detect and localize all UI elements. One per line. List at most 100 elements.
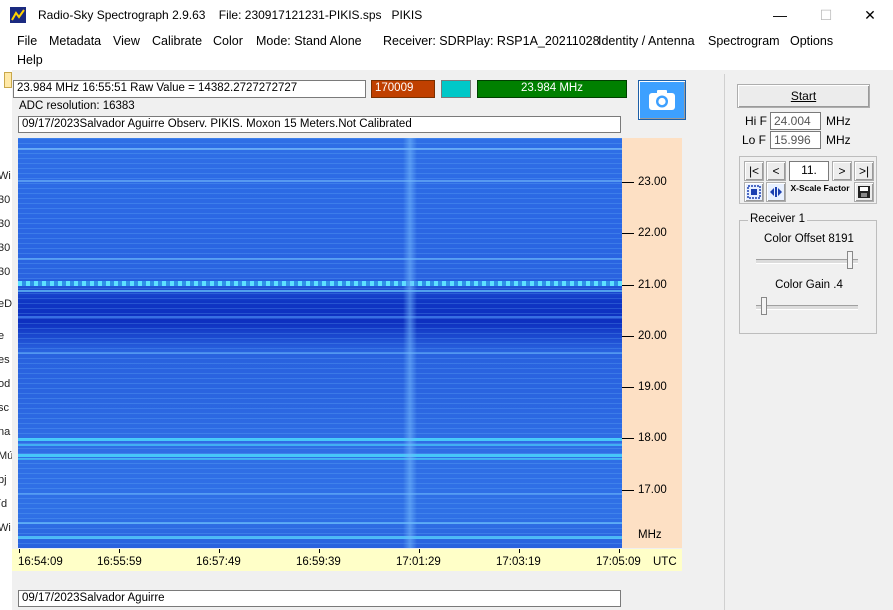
menu-bar: File Metadata View Calibrate Color Mode:…: [0, 30, 893, 70]
y-tick: [622, 387, 634, 388]
strip-text: 30: [0, 266, 11, 278]
next-button[interactable]: >: [832, 161, 852, 181]
hi-f-field[interactable]: 24.004: [770, 112, 821, 130]
camera-icon: [649, 90, 675, 110]
signal-band: [18, 258, 622, 260]
menu-options[interactable]: Options: [790, 34, 833, 48]
signal-band: [18, 522, 622, 524]
menu-receiver[interactable]: Receiver: SDRPlay: RSP1A_20211028: [383, 34, 600, 48]
strip-text: Wi: [0, 170, 11, 182]
title-bar: Radio-Sky Spectrograph 2.9.63 File: 2309…: [0, 0, 893, 30]
x-tick: [219, 549, 220, 553]
y-unit-label: MHz: [638, 529, 662, 541]
receiver-group: Receiver 1 Color Offset 8191 Color Gain …: [739, 213, 877, 334]
menu-spectrogram[interactable]: Spectrogram: [708, 34, 780, 48]
raw-value-box: 170009: [371, 80, 435, 98]
hi-f-unit: MHz: [826, 114, 851, 128]
x-tick: [319, 549, 320, 553]
frequency-axis: 23.00 22.00 21.00 20.00 19.00 18.00 17.0…: [622, 138, 682, 548]
menu-metadata[interactable]: Metadata: [49, 34, 101, 48]
stretch-button[interactable]: [766, 182, 786, 202]
y-tick: [622, 438, 634, 439]
strip-text: bj: [0, 474, 7, 486]
strip-text: eD: [0, 298, 12, 310]
floppy-disk-icon: [858, 186, 870, 198]
strip-text: 30: [0, 218, 11, 230]
signal-band: [18, 444, 622, 446]
snapshot-button[interactable]: [638, 80, 686, 120]
spectrogram-image[interactable]: [18, 138, 622, 548]
x-tick-label: 17:05:09: [596, 556, 641, 568]
adc-resolution: ADC resolution: 16383: [19, 100, 135, 112]
menu-calibrate[interactable]: Calibrate: [152, 34, 202, 48]
strip-text: e: [0, 330, 5, 342]
header-text-field[interactable]: 09/17/2023Salvador Aguirre Observ. PIKIS…: [18, 116, 621, 133]
save-button[interactable]: [854, 182, 874, 202]
y-tick: [622, 233, 634, 234]
signal-band: [18, 281, 622, 286]
time-axis: 16:54:09 16:55:59 16:57:49 16:59:39 17:0…: [12, 549, 682, 571]
x-tick: [19, 549, 20, 553]
color-offset-slider[interactable]: [847, 251, 854, 269]
color-swatch: [441, 80, 471, 98]
strip-text: Wi: [0, 522, 11, 534]
menu-help[interactable]: Help: [17, 53, 43, 67]
broadband-burst: [403, 138, 417, 548]
menu-color[interactable]: Color: [213, 34, 243, 48]
y-tick-label: 20.00: [638, 330, 667, 342]
y-tick: [622, 336, 634, 337]
lo-f-unit: MHz: [826, 133, 851, 147]
color-gain-slider[interactable]: [760, 297, 767, 315]
signal-band: [18, 438, 622, 441]
signal-band: [18, 352, 622, 354]
first-button[interactable]: |<: [744, 161, 764, 181]
strip-text: íd: [0, 498, 8, 510]
x-tick: [119, 549, 120, 553]
color-offset-label: Color Offset 8191: [764, 233, 854, 245]
x-tick-label: 16:59:39: [296, 556, 341, 568]
cursor-readout: 23.984 MHz 16:55:51 Raw Value = 14382.27…: [13, 80, 366, 98]
signal-band: [18, 148, 622, 150]
background-window-strip: Wi 30 30 30 30 eD e es od sc na Mú bj íd…: [0, 70, 12, 610]
last-button[interactable]: >|: [854, 161, 874, 181]
start-button[interactable]: Start: [737, 84, 870, 108]
hi-f-label: Hi F: [745, 114, 767, 128]
y-tick-label: 18.00: [638, 432, 667, 444]
close-button[interactable]: ✕: [847, 0, 893, 30]
signal-band: [18, 493, 622, 495]
strip-text: es: [0, 354, 10, 366]
menu-file[interactable]: File: [17, 34, 37, 48]
signal-band: [18, 454, 622, 457]
maximize-button[interactable]: ☐: [803, 0, 849, 30]
lo-f-field[interactable]: 15.996: [770, 131, 821, 149]
y-tick-label: 19.00: [638, 381, 667, 393]
zoom-fit-button[interactable]: [744, 182, 764, 202]
x-tick-label: 16:57:49: [196, 556, 241, 568]
previous-button[interactable]: <: [766, 161, 786, 181]
strip-text: Mú: [0, 450, 12, 462]
color-gain-label: Color Gain .4: [775, 279, 843, 291]
minimize-button[interactable]: —: [757, 0, 803, 30]
folder-icon: [4, 72, 12, 88]
navigation-group: |< < 11. > >| X-Scale Factor: [739, 156, 877, 204]
zoom-fit-icon: [747, 185, 761, 199]
footer-text-field[interactable]: 09/17/2023Salvador Aguirre: [18, 590, 621, 607]
x-tick: [619, 549, 620, 553]
receiver-group-title: Receiver 1: [748, 213, 807, 225]
signal-band: [18, 536, 622, 539]
stretch-icon: [770, 187, 782, 197]
strip-text: 30: [0, 242, 11, 254]
menu-mode[interactable]: Mode: Stand Alone: [256, 34, 362, 48]
strip-text: sc: [0, 402, 9, 414]
menu-identity[interactable]: Identity / Antenna: [598, 34, 695, 48]
x-tick: [419, 549, 420, 553]
y-tick-label: 17.00: [638, 484, 667, 496]
x-scale-label: X-Scale Factor: [790, 183, 850, 193]
y-tick-label: 23.00: [638, 176, 667, 188]
y-tick-label: 21.00: [638, 279, 667, 291]
window-title: Radio-Sky Spectrograph 2.9.63 File: 2309…: [38, 8, 423, 22]
menu-view[interactable]: View: [113, 34, 140, 48]
x-tick-label: 16:54:09: [18, 556, 63, 568]
scale-value-field[interactable]: 11.: [789, 161, 829, 181]
y-tick: [622, 285, 634, 286]
